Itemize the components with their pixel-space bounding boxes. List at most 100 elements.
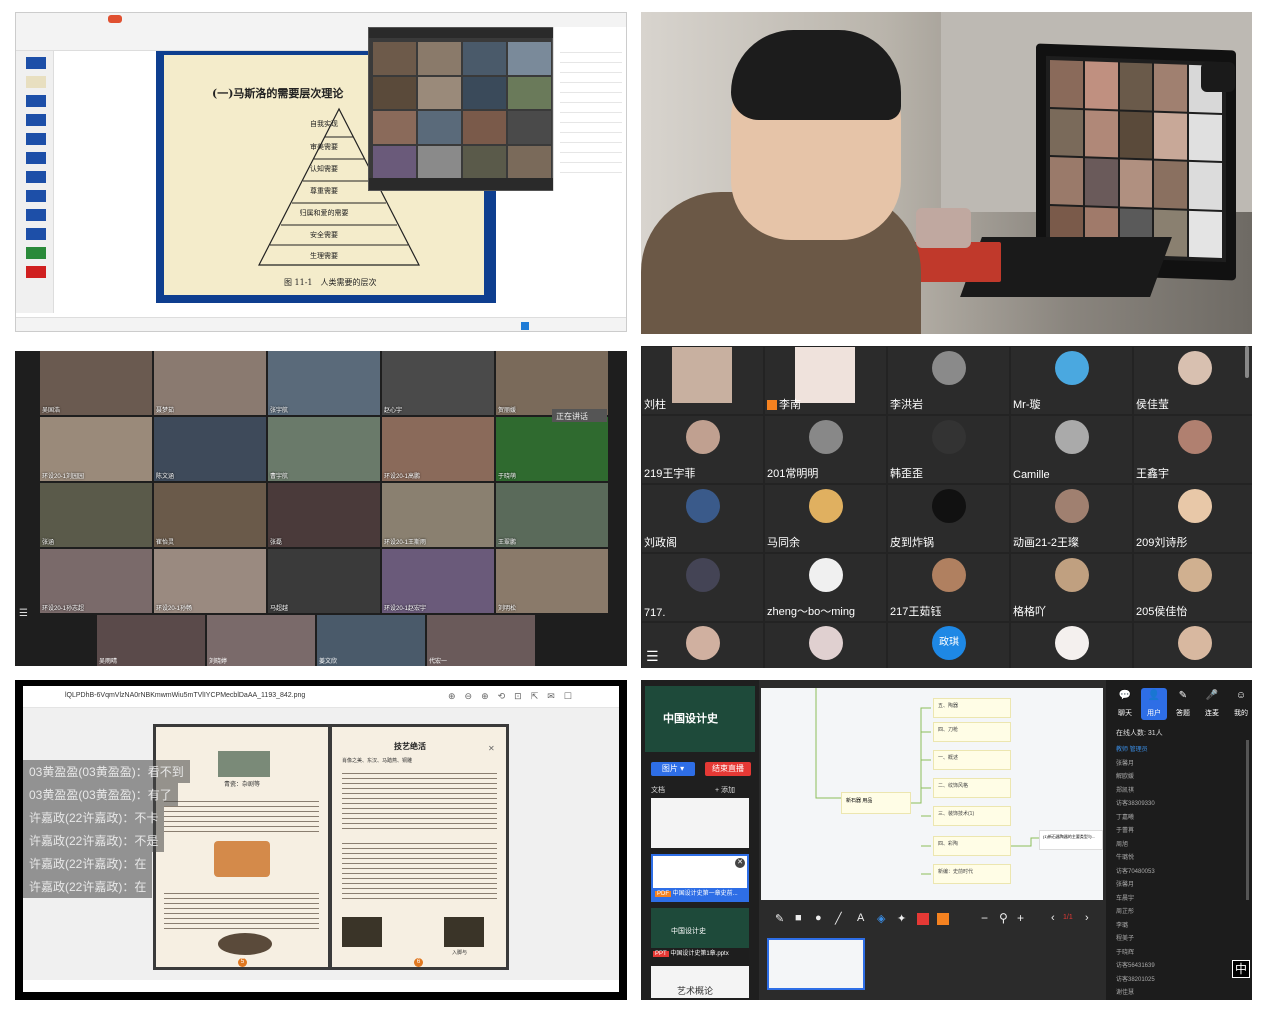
end-live-button[interactable]: 结束直播	[705, 762, 751, 776]
participant-tile[interactable]	[765, 623, 886, 668]
participant-tile[interactable]: 于晓萌	[496, 417, 608, 481]
mindmap-node[interactable]: 四、彩陶	[933, 836, 1011, 856]
viewer-toolbar-icons[interactable]: ⊕⊖⊕⟲⊡⇱✉☐	[448, 691, 581, 702]
mindmap-node[interactable]: (1)新石器陶器的主要类型与...	[1039, 830, 1103, 850]
tab-quiz[interactable]: ✎ 答题	[1170, 688, 1196, 720]
participant-tile[interactable]: zheng～bo～ming	[765, 554, 886, 621]
user-item[interactable]: 车晨宇	[1116, 893, 1134, 902]
participant-tile[interactable]: 贺丽媛	[496, 351, 608, 415]
participant-tile[interactable]: 侯佳莹	[1134, 347, 1252, 414]
user-item[interactable]: 访客56431639	[1116, 960, 1155, 969]
user-item[interactable]: 张馨月	[1116, 879, 1134, 888]
tab-chat[interactable]: 💬 聊天	[1112, 688, 1138, 720]
user-item[interactable]: 程美子	[1116, 933, 1134, 942]
participant-list[interactable]	[553, 27, 626, 191]
scrollbar[interactable]	[1245, 346, 1249, 378]
participant-tile[interactable]: 皮到炸锅	[888, 485, 1009, 552]
participant-tile[interactable]: 代宏一	[427, 615, 535, 666]
participant-tile[interactable]: 格格吖	[1011, 554, 1132, 621]
participant-tile[interactable]: 吴国浩	[40, 351, 152, 415]
active-tab[interactable]	[108, 15, 122, 23]
next-page-icon[interactable]: ›	[1085, 912, 1089, 924]
line-icon[interactable]: ╱	[835, 912, 842, 925]
page-thumbnail[interactable]	[767, 938, 865, 990]
participant-tile[interactable]	[1134, 623, 1252, 668]
scrollbar[interactable]	[1246, 740, 1249, 900]
participant-tile[interactable]: 张磊	[268, 483, 380, 547]
doc-thumb-4[interactable]: 艺术概论	[651, 966, 749, 998]
participant-tile[interactable]: 张涵	[40, 483, 152, 547]
clear-icon[interactable]: ✦	[897, 912, 906, 925]
add-document-button[interactable]: + 添加	[715, 785, 735, 795]
mindmap-node[interactable]: 一、概述	[933, 750, 1011, 770]
thumbnail-sidebar[interactable]	[16, 51, 54, 313]
tab-users[interactable]: 👤 用户	[1141, 688, 1167, 720]
user-item[interactable]: 解欧媛	[1116, 771, 1134, 780]
user-item[interactable]: 谢佳慧	[1116, 987, 1134, 996]
participant-tile[interactable]: 马同余	[765, 485, 886, 552]
participant-tile[interactable]: 赵心宇	[382, 351, 494, 415]
participant-tile[interactable]: 张宇航	[268, 351, 380, 415]
participant-tile[interactable]	[642, 623, 763, 668]
whiteboard-toolbar[interactable]: ✎ ■ ● ╱ A ◈ ✦ − ⚲ + ‹ 1/1 ›	[761, 906, 1103, 934]
user-item[interactable]: 于晓辉	[1116, 947, 1134, 956]
participant-tile[interactable]: 环设20-1赵宏宇	[382, 549, 494, 613]
user-item[interactable]: 李璐	[1116, 920, 1128, 929]
user-item[interactable]: 访客38201025	[1116, 974, 1155, 983]
close-icon[interactable]: ✕	[735, 858, 745, 868]
color-red-swatch[interactable]	[917, 913, 929, 925]
participant-tile[interactable]: 环设20-1孙畅	[154, 549, 266, 613]
participant-tile[interactable]: 环设20-1王斯雨	[382, 483, 494, 547]
participant-tile[interactable]: 209刘诗彤	[1134, 485, 1252, 552]
zoom-out-icon[interactable]: −	[981, 911, 988, 925]
close-icon[interactable]: ✕	[488, 744, 495, 753]
participant-tile[interactable]: 刘晓婷	[207, 615, 315, 666]
rectangle-icon[interactable]: ■	[795, 912, 802, 924]
doc-thumb-1[interactable]	[651, 798, 749, 848]
participant-tile[interactable]: Camille	[1011, 416, 1132, 483]
participant-tile[interactable]: 马超越	[268, 549, 380, 613]
user-item[interactable]: 周芷彤	[1116, 906, 1134, 915]
user-item[interactable]: 郑凯祺	[1116, 785, 1134, 794]
play-icon[interactable]	[521, 322, 529, 330]
text-icon[interactable]: A	[857, 912, 864, 924]
tab-mic[interactable]: 🎤 连麦	[1199, 688, 1225, 720]
user-item[interactable]: 访客70480053	[1116, 866, 1155, 875]
doc-thumb-2[interactable]: PDF 中国设计史第一章史前... ✕	[651, 854, 749, 902]
participant-tile[interactable]: 刘明松	[496, 549, 608, 613]
user-item[interactable]: 访客38309330	[1116, 798, 1155, 807]
participant-tile[interactable]: 王鑫宇	[1134, 416, 1252, 483]
participant-tile[interactable]: 201常明明	[765, 416, 886, 483]
doc-thumb-3[interactable]: 中国设计史 PPT 中国设计史第1章.pptx	[651, 908, 749, 960]
search-icon[interactable]: ⚲	[999, 911, 1008, 925]
user-item[interactable]: 牛璐悦	[1116, 852, 1134, 861]
menu-icon[interactable]: ☰	[646, 648, 659, 665]
mindmap-node[interactable]: 五、陶器	[933, 698, 1011, 718]
participant-tile[interactable]: 李洪岩	[888, 347, 1009, 414]
menu-icon[interactable]: ☰	[19, 608, 28, 619]
mindmap-node[interactable]: 新编：史前时代	[933, 864, 1011, 884]
mindmap-node[interactable]: 三、装饰技术(1)	[933, 806, 1011, 826]
participant-tile[interactable]: 王翠鹏	[496, 483, 608, 547]
participant-tile[interactable]: 动画21-2王璨	[1011, 485, 1132, 552]
participant-tile[interactable]: 崔怡灵	[154, 483, 266, 547]
tab-mine[interactable]: ☺ 我的	[1228, 688, 1252, 720]
participant-tile[interactable]: 205侯佳怡	[1134, 554, 1252, 621]
color-orange-swatch[interactable]	[937, 913, 949, 925]
participant-tile[interactable]: 刘柱	[642, 347, 763, 414]
participant-tile[interactable]: 219王宇菲	[642, 416, 763, 483]
participant-tile[interactable]: 217王茹钰	[888, 554, 1009, 621]
participant-tile[interactable]: 环设20-1刘园园	[40, 417, 152, 481]
participant-tile[interactable]: 717.	[642, 554, 763, 621]
participant-tile[interactable]: 环设20-1孙志超	[40, 549, 152, 613]
eraser-icon[interactable]: ◈	[877, 912, 885, 925]
user-item[interactable]: 于蕾苒	[1116, 825, 1134, 834]
user-item[interactable]: 丁嘉曦	[1116, 812, 1134, 821]
participant-tile[interactable]: 政琪	[888, 623, 1009, 668]
participant-tile[interactable]: 曹宇航	[268, 417, 380, 481]
participant-tile[interactable]: Mr-璇	[1011, 347, 1132, 414]
user-item[interactable]: 教师 管理员	[1116, 744, 1148, 753]
video-call-overlay[interactable]	[368, 27, 554, 191]
user-item[interactable]: 周旭	[1116, 839, 1128, 848]
mindmap-node[interactable]: 二、纹饰风格	[933, 778, 1011, 798]
